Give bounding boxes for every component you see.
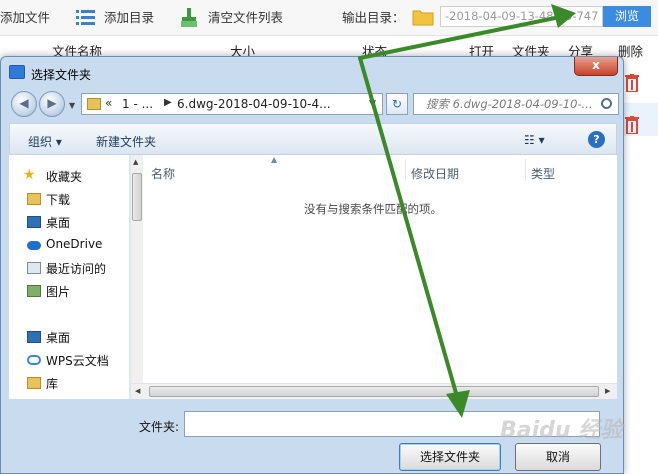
add-directory-button[interactable]: 添加目录: [104, 9, 154, 27]
scroll-thumb[interactable]: [132, 173, 142, 221]
trash-icon[interactable]: [625, 74, 639, 92]
trash-icon[interactable]: [625, 116, 639, 134]
scroll-right-icon[interactable]: ▶: [605, 387, 610, 395]
nav-item-label: 收藏夹: [46, 170, 83, 184]
clear-list-button[interactable]: 清空文件列表: [208, 9, 283, 27]
column-type[interactable]: 类型: [531, 165, 555, 182]
file-list-pane: 名称 ▲ 修改日期 类型 没有与搜索条件匹配的项。: [143, 155, 617, 399]
nav-item-label: 桌面: [46, 331, 71, 345]
nav-item-label: WPS云文档: [46, 354, 109, 368]
broom-icon: [181, 8, 197, 27]
output-dir-field[interactable]: -2018-04-09-13-48-55-747: [440, 6, 603, 27]
column-divider[interactable]: [405, 159, 406, 181]
scroll-up-icon[interactable]: ▲: [133, 158, 138, 166]
list-icon: [76, 10, 95, 25]
cancel-button[interactable]: 取消: [515, 443, 601, 471]
nav-scrollbar[interactable]: ▲ ▼: [130, 155, 143, 399]
sort-up-icon: ▲: [271, 155, 278, 164]
desktop-icon: [27, 331, 41, 343]
breadcrumb-overflow[interactable]: «: [105, 96, 112, 110]
watermark-logo: Baidu 经验: [500, 418, 623, 443]
column-modified[interactable]: 修改日期: [411, 165, 459, 182]
folder-icon: [87, 98, 101, 110]
search-icon: [601, 98, 612, 109]
breadcrumb-arrow-icon[interactable]: ▶: [164, 97, 172, 108]
nav-item-label: OneDrive: [46, 237, 103, 251]
search-input[interactable]: 搜索 6.dwg-2018-04-09-10-...: [413, 93, 619, 115]
refresh-button[interactable]: ↻: [386, 93, 408, 115]
select-folder-button[interactable]: 选择文件夹: [399, 443, 501, 471]
browse-button[interactable]: 浏览: [603, 6, 651, 27]
pictures-icon: [27, 285, 41, 297]
horizontal-scrollbar[interactable]: ◀ ▶: [131, 383, 617, 399]
address-bar[interactable]: « 1 - ... ▶ 6.dwg-2018-04-09-10-4... ▼: [81, 93, 383, 115]
download-folder-icon: [27, 193, 41, 205]
view-options-button[interactable]: ☷ ▾: [524, 133, 545, 147]
output-dir-label: 输出目录：: [342, 10, 405, 25]
nav-item-label: 最近访问的: [46, 262, 107, 276]
nav-item-label: 桌面: [46, 216, 71, 230]
address-dropdown-icon[interactable]: ▼: [369, 99, 376, 109]
new-folder-button[interactable]: 新建文件夹: [96, 133, 156, 150]
help-icon[interactable]: ?: [588, 131, 605, 148]
search-placeholder: 搜索 6.dwg-2018-04-09-10-...: [426, 97, 593, 111]
scroll-left-icon[interactable]: ◀: [135, 387, 140, 395]
desktop-icon: [27, 216, 41, 228]
forward-arrow-icon: ▶: [47, 96, 57, 110]
breadcrumb-segment[interactable]: 1 - ...: [122, 97, 153, 111]
dialog-app-icon: [9, 65, 25, 79]
folder-label: 文件夹:: [139, 420, 180, 434]
close-button[interactable]: x: [574, 57, 618, 76]
nav-item-label: 图片: [46, 285, 71, 299]
dialog-title: 选择文件夹: [31, 68, 92, 82]
refresh-icon: ↻: [391, 97, 403, 111]
command-bar: 组织 ▾ 新建文件夹 ☷ ▾ ?: [9, 123, 617, 155]
breadcrumb-segment-current[interactable]: 6.dwg-2018-04-09-10-4...: [177, 97, 331, 111]
organize-menu[interactable]: 组织 ▾: [28, 133, 62, 150]
nav-item-label: 库: [46, 377, 59, 391]
app-toolbar: 添加文件 添加目录 清空文件列表 输出目录： -2018-04-09-13-48…: [0, 0, 658, 36]
wps-cloud-icon: [27, 355, 41, 365]
history-dropdown-icon[interactable]: ▼: [69, 101, 75, 110]
column-divider[interactable]: [525, 159, 526, 181]
back-button[interactable]: ◀: [11, 91, 37, 117]
cloud-icon: [27, 241, 41, 250]
forward-button[interactable]: ▶: [39, 91, 65, 117]
add-file-button[interactable]: 添加文件: [0, 9, 50, 27]
library-icon: [27, 377, 41, 389]
nav-item-label: 下载: [46, 193, 71, 207]
empty-message: 没有与搜索条件匹配的项。: [304, 202, 442, 216]
recent-icon: [27, 262, 41, 274]
navigation-pane: ★ 收藏夹 下载 桌面 OneDrive 最近访问的 图片 桌面 WPS云文档 …: [9, 155, 130, 399]
scroll-thumb[interactable]: [149, 386, 599, 397]
star-icon: ★: [23, 167, 36, 183]
folder-icon[interactable]: [412, 8, 434, 26]
column-name[interactable]: 名称: [151, 165, 175, 182]
back-arrow-icon: ◀: [19, 96, 29, 110]
